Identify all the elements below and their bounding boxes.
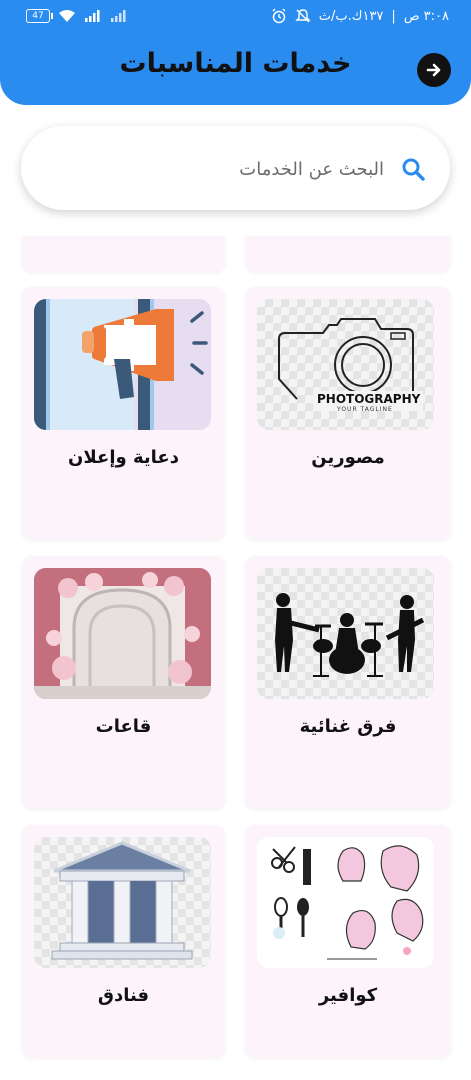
megaphone-image xyxy=(34,299,211,430)
megaphone-icon xyxy=(34,299,211,430)
search-bar[interactable] xyxy=(21,126,450,210)
status-info-right: ٣:٠٨ ص | ١٣٧ك.ب/ث xyxy=(271,8,449,24)
arrow-right-icon xyxy=(426,63,441,77)
service-card-advertising[interactable]: دعاية وإعلان xyxy=(22,287,225,540)
service-card-hotels[interactable]: فنادق xyxy=(22,825,225,1058)
service-card-hairdressers[interactable]: كوافير xyxy=(245,825,451,1058)
forward-button[interactable] xyxy=(417,53,451,87)
signal-icon xyxy=(85,10,100,22)
service-card-partial[interactable] xyxy=(245,236,451,272)
clock-time: ٣:٠٨ ص xyxy=(403,8,449,24)
service-label: دعاية وإعلان xyxy=(68,447,179,468)
app-bar: 47 ٣:٠٨ ص | ١٣٧ك.ب/ث خدمات المناسبات xyxy=(0,0,471,105)
service-label: فنادق xyxy=(97,985,150,1006)
mute-icon xyxy=(295,9,311,23)
band-silhouette-image xyxy=(257,568,434,699)
wifi-icon xyxy=(59,10,75,22)
band-silhouette-icon xyxy=(275,593,425,677)
status-bar: 47 ٣:٠٨ ص | ١٣٧ك.ب/ث xyxy=(0,0,471,36)
floral-arch-icon xyxy=(34,568,211,699)
columns-building-image xyxy=(34,837,211,968)
photography-logo-title: PHOTOGRAPHY xyxy=(317,392,421,406)
separator: | xyxy=(391,8,396,24)
photography-logo-tagline: YOUR TAGLINE xyxy=(337,406,393,413)
status-icons-left: 47 xyxy=(26,9,128,23)
service-card-partial[interactable] xyxy=(22,236,225,272)
signal-icon-2 xyxy=(111,10,126,22)
service-card-bands[interactable]: فرق غنائية xyxy=(245,556,451,809)
columns-building-icon xyxy=(51,841,193,960)
service-label: كوافير xyxy=(318,985,378,1006)
service-label: قاعات xyxy=(95,716,152,737)
page-title: خدمات المناسبات xyxy=(119,48,352,79)
alarm-icon xyxy=(272,8,286,24)
service-card-photographers[interactable]: PHOTOGRAPHY YOUR TAGLINE مصورين xyxy=(245,287,451,540)
floral-hall-image xyxy=(34,568,211,699)
search-icon[interactable] xyxy=(400,156,426,182)
battery-icon: 47 xyxy=(26,9,53,23)
search-input[interactable] xyxy=(82,154,386,184)
service-label: مصورين xyxy=(311,447,385,468)
network-speed: ١٣٧ك.ب/ث xyxy=(318,8,384,24)
photography-logo-image: PHOTOGRAPHY YOUR TAGLINE xyxy=(257,299,434,430)
hair-salon-image xyxy=(257,837,434,968)
service-card-halls[interactable]: قاعات xyxy=(22,556,225,809)
service-label: فرق غنائية xyxy=(299,716,397,737)
hair-salon-icon xyxy=(271,845,424,960)
